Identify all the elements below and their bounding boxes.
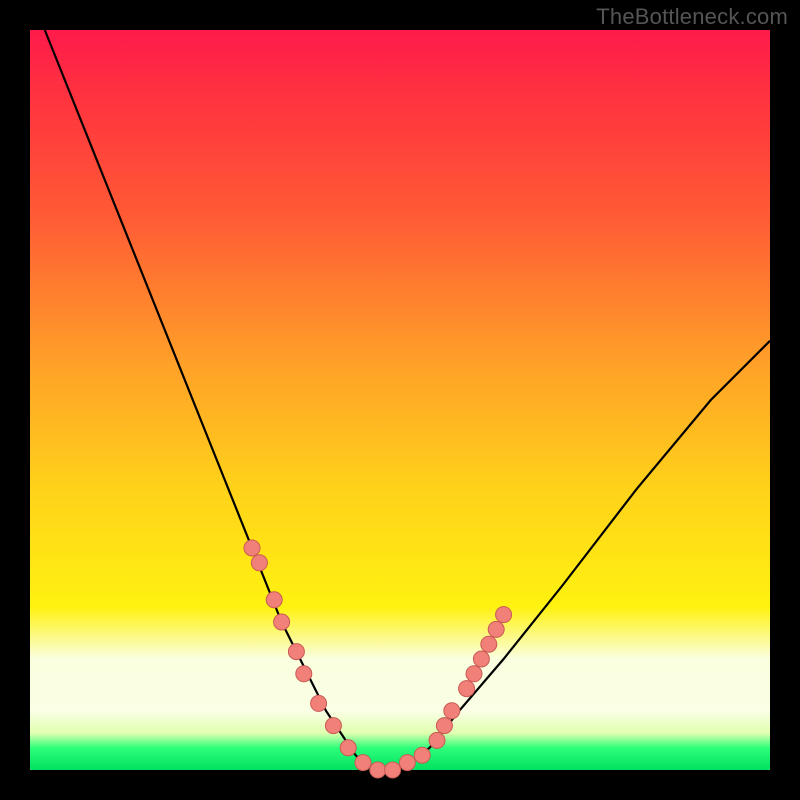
curve-marker: [325, 718, 341, 734]
watermark-text: TheBottleneck.com: [596, 4, 788, 30]
curve-marker: [266, 592, 282, 608]
curve-marker: [370, 762, 386, 778]
curve-marker: [429, 732, 445, 748]
curve-marker: [311, 695, 327, 711]
curve-marker: [414, 747, 430, 763]
curve-marker: [288, 644, 304, 660]
curve-marker: [296, 666, 312, 682]
plot-area: [30, 30, 770, 770]
curve-marker: [444, 703, 460, 719]
marker-group: [244, 540, 512, 778]
curve-marker: [340, 740, 356, 756]
curve-marker: [274, 614, 290, 630]
curve-marker: [436, 718, 452, 734]
curve-marker: [496, 607, 512, 623]
curve-marker: [244, 540, 260, 556]
curve-marker: [251, 555, 267, 571]
curve-marker: [399, 755, 415, 771]
curve-layer: [30, 30, 770, 770]
curve-marker: [459, 681, 475, 697]
curve-marker: [466, 666, 482, 682]
curve-marker: [481, 636, 497, 652]
chart-frame: TheBottleneck.com: [0, 0, 800, 800]
curve-marker: [473, 651, 489, 667]
bottleneck-curve: [45, 30, 770, 770]
curve-marker: [385, 762, 401, 778]
curve-marker: [355, 755, 371, 771]
curve-marker: [488, 621, 504, 637]
